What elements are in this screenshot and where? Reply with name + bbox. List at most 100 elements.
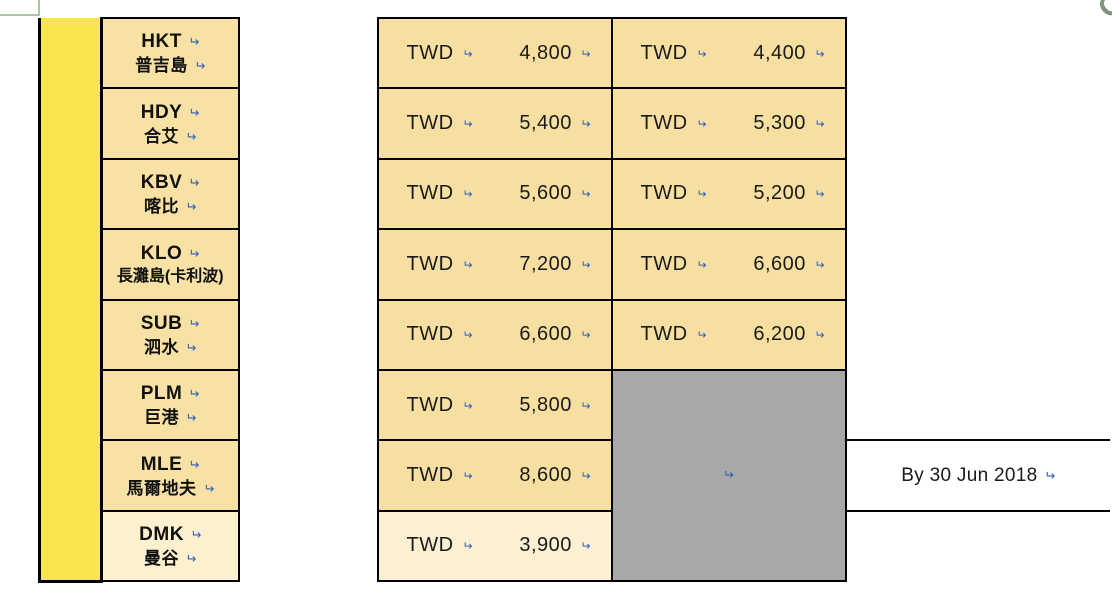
gutter-cell — [238, 158, 378, 230]
gutter-cell — [238, 299, 378, 370]
price-cell-primary[interactable]: TWD ↵ 3,900 ↵ — [376, 509, 613, 583]
paragraph-mark-icon: ↵ — [579, 257, 591, 272]
paragraph-mark-icon: ↵ — [461, 398, 473, 413]
destination-code: KLO ↵ — [140, 242, 200, 264]
yellow-spacer-cell — [38, 510, 103, 583]
paragraph-mark-icon: ↵ — [461, 187, 473, 202]
price-cell-secondary[interactable]: TWD ↵ 6,600 ↵ — [610, 228, 847, 301]
paragraph-mark-icon: ↵ — [461, 117, 473, 132]
empty-right-cell — [845, 88, 1110, 159]
table-row: HKT ↵ 普吉島 ↵ TWD ↵ 4,800 ↵ TWD ↵ 4,400 ↵ — [38, 16, 1110, 90]
paragraph-mark-icon: ↵ — [695, 46, 707, 61]
price-amount: 5,800 ↵ — [519, 393, 591, 416]
paragraph-mark-icon: ↵ — [579, 46, 591, 61]
empty-right-cell — [845, 158, 1110, 230]
paragraph-mark-icon: ↵ — [461, 539, 473, 554]
paragraph-mark-icon: ↵ — [579, 469, 591, 484]
currency-label: TWD ↵ — [640, 41, 707, 64]
currency-label: TWD ↵ — [406, 41, 473, 64]
price-cell-primary[interactable]: TWD ↵ 5,600 ↵ — [376, 157, 613, 231]
yellow-spacer-cell — [38, 369, 103, 441]
price-cell-primary[interactable]: TWD ↵ 8,600 ↵ — [376, 439, 613, 512]
price-amount: 5,300 ↵ — [753, 112, 825, 135]
price-cell-primary[interactable]: TWD ↵ 4,800 ↵ — [376, 16, 613, 90]
selection-marker — [0, 0, 40, 16]
fare-table-body: HKT↵ 普吉島↵ TWD↵ 4,800↵ TWD↵ 4,400↵ — [38, 16, 1110, 583]
paragraph-mark-icon: ↵ — [188, 456, 200, 472]
yellow-spacer-cell — [38, 440, 103, 511]
price-cell-primary[interactable]: TWD ↵ 5,800 ↵ — [376, 368, 613, 442]
empty-right-cell — [845, 369, 1110, 441]
price-amount: 4,400 ↵ — [753, 41, 825, 64]
gutter-cell — [238, 440, 378, 511]
empty-right-cell — [845, 18, 1110, 89]
paragraph-mark-icon: ↵ — [185, 410, 197, 426]
price-amount: 5,600 ↵ — [519, 182, 591, 205]
currency-label: TWD ↵ — [406, 252, 473, 275]
currency-label: TWD ↵ — [640, 112, 707, 135]
destination-cell[interactable]: MLE ↵ 馬爾地夫 ↵ — [100, 439, 240, 512]
paragraph-mark-icon: ↵ — [188, 104, 200, 120]
paragraph-mark-icon: ↵ — [461, 46, 473, 61]
price-cell-secondary[interactable]: TWD ↵ 5,200 ↵ — [610, 157, 847, 231]
destination-code: MLE ↵ — [140, 453, 200, 475]
validity-cell: By 30 Jun 2018 ↵ — [844, 439, 1110, 512]
destination-cell[interactable]: HKT ↵ 普吉島 ↵ — [100, 16, 240, 90]
price-content: TWD ↵ 5,800 ↵ — [379, 394, 611, 417]
price-cell-secondary[interactable]: TWD ↵ 6,200 ↵ — [610, 298, 847, 371]
paragraph-mark-icon: ↵ — [813, 187, 825, 202]
table-row: KBV ↵ 喀比 ↵ TWD ↵ 5,600 ↵ TWD ↵ 5,200 ↵ — [38, 157, 1110, 231]
gutter-cell — [238, 229, 378, 300]
paragraph-mark-icon: ↵ — [579, 398, 591, 413]
yellow-spacer-cell — [38, 299, 103, 370]
paragraph-mark-icon: ↵ — [813, 328, 825, 343]
price-cell-secondary[interactable]: TWD ↵ 4,400 ↵ — [610, 16, 847, 90]
destination-name: 長灘島(卡利波) — [116, 267, 224, 285]
table-row: MLE ↵ 馬爾地夫 ↵ TWD ↵ 8,600 ↵ By 30 Jun 2018 ↵ — [38, 439, 1110, 512]
price-content: TWD ↵ 8,600 ↵ — [379, 464, 611, 487]
empty-right-cell — [845, 299, 1110, 370]
price-amount: 6,600 ↵ — [753, 252, 825, 275]
price-amount: 6,600 ↵ — [519, 323, 591, 346]
destination-name: 合艾 ↵ — [144, 126, 197, 146]
currency-label: TWD ↵ — [640, 252, 707, 275]
paragraph-mark-icon: ↵ — [695, 117, 707, 132]
price-cell-secondary[interactable]: TWD ↵ 5,300 ↵ — [610, 87, 847, 160]
paragraph-mark-icon: ↵ — [695, 328, 707, 343]
paragraph-mark-icon: ↵ — [188, 174, 200, 190]
destination-cell[interactable]: HDY ↵ 合艾 ↵ — [100, 87, 240, 160]
table-row: KLO ↵ 長灘島(卡利波) TWD ↵ 7,200 ↵ TWD ↵ 6,600 ↵ — [38, 228, 1110, 301]
yellow-spacer-cell — [38, 229, 103, 300]
fare-price-table: HKT↵ 普吉島↵ TWD↵ 4,800↵ TWD↵ 4,400↵ — [38, 16, 1110, 583]
destination-cell[interactable]: SUB ↵ 泗水 ↵ — [100, 298, 240, 371]
price-amount: 5,400 ↵ — [519, 112, 591, 135]
price-cell-primary[interactable]: TWD ↵ 7,200 ↵ — [376, 228, 613, 301]
price-content: TWD ↵ 4,400 ↵ — [613, 42, 845, 65]
price-cell-primary[interactable]: TWD ↵ 5,400 ↵ — [376, 87, 613, 160]
currency-label: TWD ↵ — [406, 182, 473, 205]
paragraph-mark-icon: ↵ — [579, 539, 591, 554]
table-row: DMK ↵ 曼谷 ↵ TWD ↵ 3,900 ↵ — [38, 509, 1110, 583]
price-content: TWD ↵ 6,600 ↵ — [379, 323, 611, 346]
paragraph-mark-icon: ↵ — [461, 328, 473, 343]
paragraph-mark-icon: ↵ — [461, 257, 473, 272]
currency-label: TWD ↵ — [406, 393, 473, 416]
validity-label: By 30 Jun 2018 ↵ — [901, 464, 1055, 486]
price-cell-primary[interactable]: TWD ↵ 6,600 ↵ — [376, 298, 613, 371]
price-amount: 4,800 ↵ — [519, 41, 591, 64]
destination-cell[interactable]: PLM ↵ 巨港 ↵ — [100, 368, 240, 442]
price-content: TWD ↵ 3,900 ↵ — [379, 534, 611, 557]
destination-name: 曼谷 ↵ — [144, 548, 197, 568]
paragraph-mark-icon: ↵ — [579, 117, 591, 132]
destination-code: PLM ↵ — [140, 383, 200, 405]
price-amount: 6,200 ↵ — [753, 323, 825, 346]
paragraph-mark-icon: ↵ — [202, 480, 214, 496]
paragraph-mark-icon: ↵ — [813, 117, 825, 132]
destination-cell[interactable]: KLO ↵ 長灘島(卡利波) — [100, 228, 240, 301]
destination-cell[interactable]: DMK ↵ 曼谷 ↵ — [100, 509, 240, 583]
paragraph-mark-icon: ↵ — [187, 34, 200, 50]
destination-name: 泗水 ↵ — [144, 337, 197, 357]
table-row: PLM ↵ 巨港 ↵ TWD ↵ 5,800 ↵ ↵ — [38, 368, 1110, 583]
destination-cell[interactable]: KBV ↵ 喀比 ↵ — [100, 157, 240, 231]
gutter-cell — [238, 88, 378, 159]
